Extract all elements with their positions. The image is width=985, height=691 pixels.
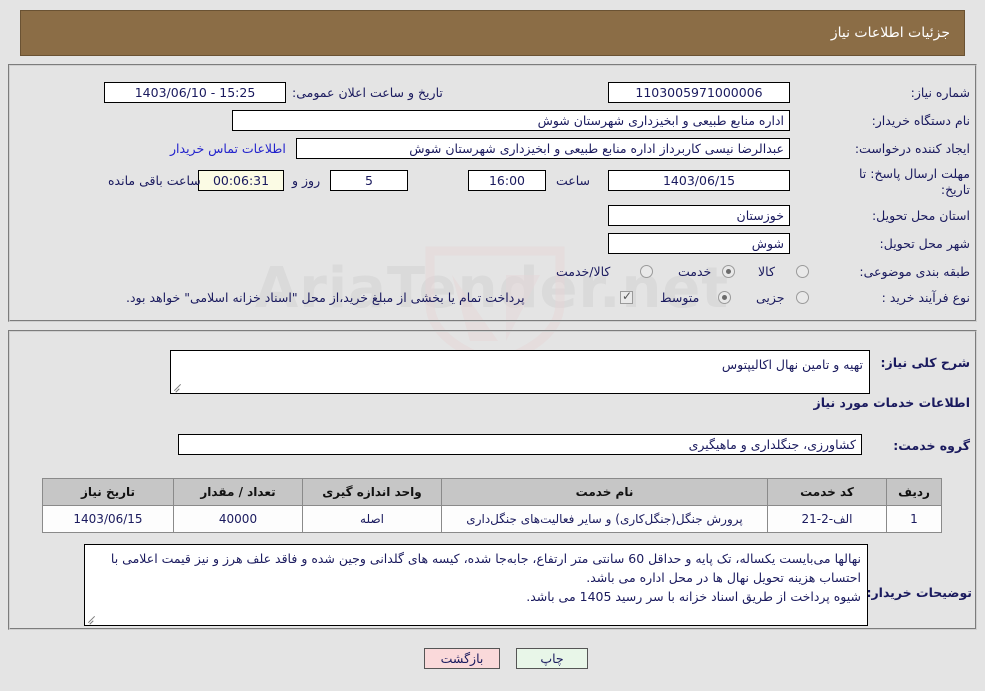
label-process-medium: متوسط — [660, 290, 700, 305]
radio-category-service[interactable] — [722, 265, 735, 278]
radio-process-medium[interactable] — [718, 291, 731, 304]
th-service-name: نام خدمت — [441, 478, 768, 506]
print-button[interactable]: چاپ — [516, 648, 588, 669]
label-buyer-org: نام دستگاه خریدار: — [871, 113, 970, 128]
label-response-deadline-line1: مهلت ارسال پاسخ: تا — [859, 166, 970, 181]
label-days-and: روز و — [292, 173, 321, 188]
td-row-index: 1 — [886, 505, 942, 533]
buyer-notes-line-2: شیوه پرداخت از طریق اسناد خزانه با سر رس… — [526, 589, 861, 604]
label-category-goods: کالا — [758, 264, 775, 279]
label-category-goods-service: کالا/خدمت — [556, 264, 611, 279]
field-delivery-province[interactable]: خوزستان — [608, 205, 790, 226]
field-buyer-org[interactable]: اداره منابع طبیعی و ابخیزداری شهرستان شو… — [232, 110, 790, 131]
back-button[interactable]: بازگشت — [424, 648, 500, 669]
label-buyer-notes: توضیحات خریدار: — [866, 585, 972, 600]
th-row-index: ردیف — [886, 478, 942, 506]
field-announce-datetime[interactable]: 15:25 - 1403/06/10 — [104, 82, 286, 103]
buyer-contact-link[interactable]: اطلاعات تماس خریدار — [170, 141, 286, 156]
label-delivery-province: استان محل تحویل: — [871, 208, 970, 223]
th-service-code: کد خدمت — [767, 478, 887, 506]
radio-process-minor[interactable] — [796, 291, 809, 304]
td-service-code: الف-2-21 — [767, 505, 887, 533]
label-request-creator: ایجاد کننده درخواست: — [854, 141, 970, 156]
general-description-text: تهیه و تامین نهال اکالیپتوس — [721, 357, 863, 372]
label-purchase-process: نوع فرآیند خرید : — [881, 290, 970, 305]
window-title-bar: جزئیات اطلاعات نیاز — [20, 10, 965, 56]
radio-category-goods[interactable] — [796, 265, 809, 278]
th-unit: واحد اندازه گیری — [302, 478, 442, 506]
page-title: جزئیات اطلاعات نیاز — [830, 25, 950, 41]
field-request-creator[interactable]: عبدالرضا نیسی کاربرداز اداره منابع طبیعی… — [296, 138, 790, 159]
field-countdown-timer: 00:06:31 — [198, 170, 284, 191]
td-quantity: 40000 — [173, 505, 303, 533]
field-need-number[interactable]: 1103005971000006 — [608, 82, 790, 103]
field-service-group[interactable]: کشاورزی، جنگلداری و ماهیگیری — [178, 434, 862, 455]
label-response-deadline: مهلت ارسال پاسخ: تا تاریخ: — [848, 166, 970, 198]
td-service-name: پرورش جنگل(جنگل‌کاری) و سایر فعالیت‌های … — [441, 505, 768, 533]
field-buyer-notes[interactable]: نهالها می‌بایست یکساله، تک پایه و حداقل … — [84, 544, 868, 626]
label-need-number: شماره نیاز: — [910, 85, 970, 100]
buyer-notes-line-1: نهالها می‌بایست یکساله، تک پایه و حداقل … — [110, 551, 861, 585]
td-need-date: 1403/06/15 — [42, 505, 174, 533]
field-remaining-days[interactable]: 5 — [330, 170, 408, 191]
field-deadline-date[interactable]: 1403/06/15 — [608, 170, 790, 191]
section-heading-services: اطلاعات خدمات مورد نیاز — [813, 395, 971, 410]
radio-category-goods-service[interactable] — [640, 265, 653, 278]
resize-grip-icon[interactable] — [173, 382, 183, 392]
label-islamic-treasury-note: پرداخت تمام یا بخشی از مبلغ خرید،از محل … — [126, 290, 525, 305]
field-general-description[interactable]: تهیه و تامین نهال اکالیپتوس — [170, 350, 870, 394]
label-general-description: شرح کلی نیاز: — [880, 355, 970, 370]
label-subject-category: طبقه بندی موضوعی: — [859, 264, 970, 279]
label-service-group: گروه خدمت: — [893, 438, 970, 453]
th-quantity: تعداد / مقدار — [173, 478, 303, 506]
label-deadline-hour: ساعت — [556, 173, 591, 188]
th-need-date: تاریخ نیاز — [42, 478, 174, 506]
page-root: AriaTender.net جزئیات اطلاعات نیاز شماره… — [0, 0, 985, 691]
services-table: ردیف کد خدمت نام خدمت واحد اندازه گیری ت… — [42, 478, 942, 533]
label-hours-remaining: ساعت باقی مانده — [108, 173, 201, 188]
label-response-deadline-line2: تاریخ: — [940, 182, 970, 197]
table-header-row: ردیف کد خدمت نام خدمت واحد اندازه گیری ت… — [42, 478, 942, 506]
field-delivery-city[interactable]: شوش — [608, 233, 790, 254]
label-process-minor: جزیی — [756, 290, 785, 305]
td-unit: اصله — [302, 505, 442, 533]
field-deadline-time[interactable]: 16:00 — [468, 170, 546, 191]
label-category-service: خدمت — [678, 264, 712, 279]
label-delivery-city: شهر محل تحویل: — [879, 236, 970, 251]
table-row: 1 الف-2-21 پرورش جنگل(جنگل‌کاری) و سایر … — [42, 505, 942, 533]
resize-grip-icon-notes[interactable] — [87, 614, 97, 624]
checkbox-islamic-treasury[interactable] — [620, 289, 633, 304]
label-announce-datetime: تاریخ و ساعت اعلان عمومی: — [292, 85, 443, 100]
